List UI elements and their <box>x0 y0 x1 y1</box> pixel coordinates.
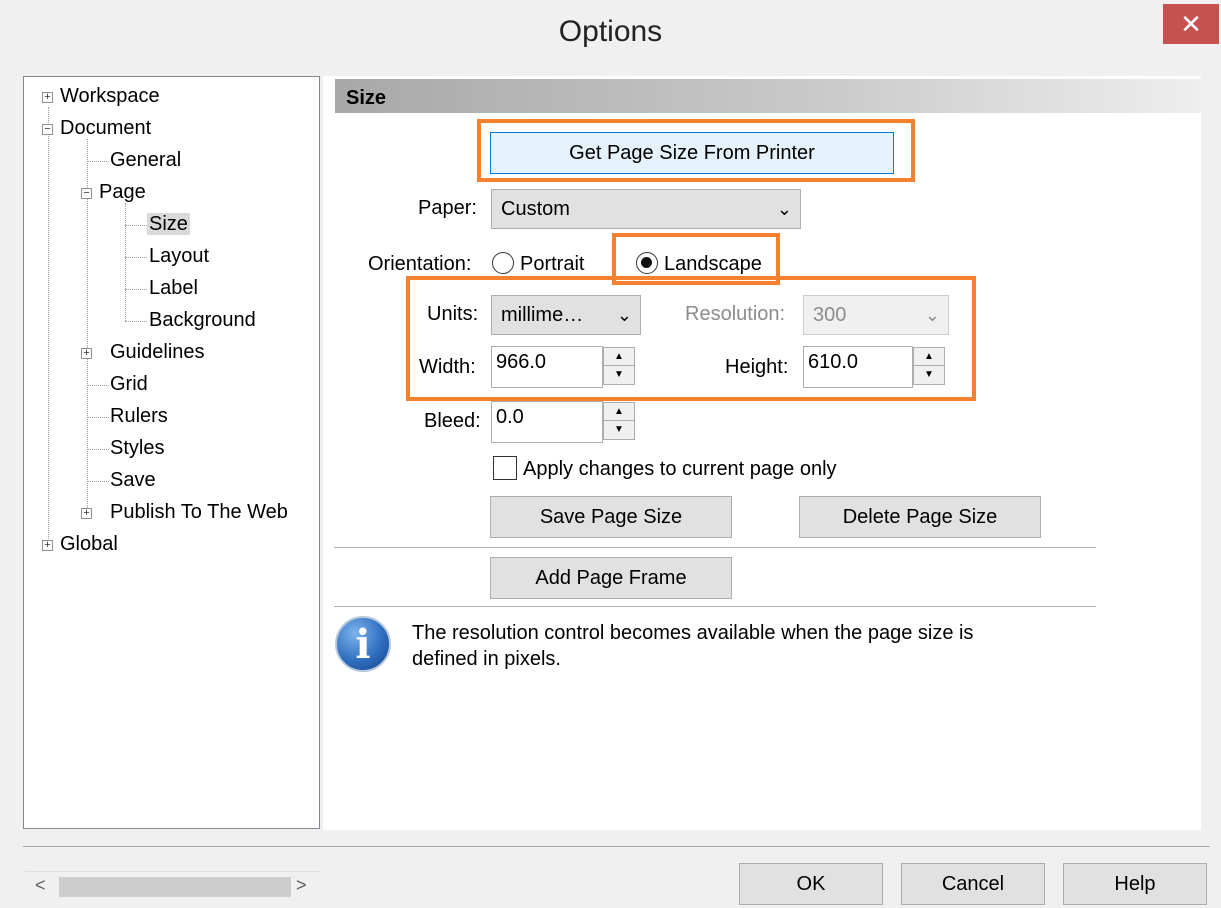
tree-item-label[interactable]: Label <box>149 277 198 300</box>
tree-item-label: Size <box>147 213 190 235</box>
spin-up-icon[interactable]: ▲ <box>914 348 944 366</box>
chevron-down-icon: ⌄ <box>924 305 940 325</box>
info-message: The resolution control becomes available… <box>412 620 973 672</box>
resolution-label: Resolution: <box>685 303 786 325</box>
tree-item-label: Global <box>60 533 118 555</box>
tree-item-size[interactable]: Size <box>147 213 190 236</box>
tree-item-label: Save <box>110 469 156 491</box>
spin-down-icon[interactable]: ▼ <box>604 366 634 384</box>
tree-connector <box>125 289 147 290</box>
bleed-label: Bleed: <box>424 410 481 432</box>
tree-item-label: Rulers <box>110 405 168 427</box>
apply-current-page-only-label[interactable]: Apply changes to current page only <box>523 458 837 481</box>
chevron-down-icon: ⌄ <box>616 305 632 325</box>
close-icon: ✕ <box>1180 9 1202 39</box>
tree-item-label-text: Label <box>149 277 198 299</box>
expand-icon[interactable]: + <box>42 540 53 551</box>
tree-item-label: General <box>110 149 182 171</box>
get-page-size-from-printer-button[interactable]: Get Page Size From Printer <box>490 132 894 174</box>
spin-down-icon[interactable]: ▼ <box>604 421 634 439</box>
height-spinner[interactable]: ▲ ▼ <box>913 347 945 385</box>
tree-connector <box>125 225 147 226</box>
divider <box>334 606 1096 607</box>
spin-up-icon[interactable]: ▲ <box>604 348 634 366</box>
landscape-label[interactable]: Landscape <box>664 253 762 276</box>
paper-label: Paper: <box>418 197 477 219</box>
tree-item-general[interactable]: General <box>110 149 181 172</box>
width-spinner[interactable]: ▲ ▼ <box>603 347 635 385</box>
save-page-size-button[interactable]: Save Page Size <box>490 496 732 538</box>
scroll-right-icon[interactable]: > <box>296 875 307 896</box>
units-value: millime… <box>501 304 584 326</box>
tree-connector <box>48 107 49 547</box>
cancel-button[interactable]: Cancel <box>901 863 1045 905</box>
tree-item-label: Background <box>149 309 256 331</box>
tree-item-grid[interactable]: Grid <box>110 373 148 396</box>
tree-item-background[interactable]: Background <box>149 309 256 332</box>
tree-item-label: Grid <box>110 373 148 395</box>
tree-horizontal-scrollbar[interactable]: < > <box>25 871 320 901</box>
collapse-icon[interactable]: − <box>42 124 53 135</box>
tree-item-label: Workspace <box>60 85 160 107</box>
paper-value: Custom <box>501 198 570 220</box>
add-page-frame-button[interactable]: Add Page Frame <box>490 557 732 599</box>
portrait-radio[interactable] <box>492 252 514 274</box>
tree-item-label: Page <box>99 181 146 203</box>
window-title: Options <box>558 15 663 48</box>
tree-item-label: Guidelines <box>110 341 205 363</box>
landscape-radio[interactable] <box>636 252 658 274</box>
options-tree[interactable]: + Workspace − Document General − Page Si… <box>23 76 320 901</box>
width-input[interactable]: 966.0 <box>491 346 603 388</box>
units-dropdown[interactable]: millime… ⌄ <box>491 295 641 335</box>
tree-item-save[interactable]: Save <box>110 469 156 492</box>
orientation-label: Orientation: <box>368 253 472 275</box>
tree-item-label: Layout <box>149 245 210 267</box>
tree-connector <box>87 449 109 450</box>
tree-connector <box>125 257 147 258</box>
tree-item-label: Styles <box>110 437 165 459</box>
scrollbar-thumb[interactable] <box>59 877 291 897</box>
portrait-label[interactable]: Portrait <box>520 253 584 276</box>
ok-button[interactable]: OK <box>739 863 883 905</box>
bleed-input[interactable]: 0.0 <box>491 401 603 443</box>
info-icon: i <box>335 616 391 672</box>
expand-icon[interactable]: + <box>81 348 92 359</box>
units-label: Units: <box>427 303 479 325</box>
tree-connector <box>87 161 109 162</box>
collapse-icon[interactable]: − <box>81 188 92 199</box>
section-header: Size <box>335 79 1201 113</box>
tree-connector <box>87 417 109 418</box>
delete-page-size-button[interactable]: Delete Page Size <box>799 496 1041 538</box>
height-label: Height: <box>725 356 789 378</box>
tree-item-rulers[interactable]: Rulers <box>110 405 168 428</box>
tree-item-layout[interactable]: Layout <box>149 245 209 268</box>
resolution-dropdown: 300 ⌄ <box>803 295 949 335</box>
spin-up-icon[interactable]: ▲ <box>604 403 634 421</box>
bleed-spinner[interactable]: ▲ ▼ <box>603 402 635 440</box>
tree-item-label: Publish To The Web <box>110 501 288 523</box>
width-label: Width: <box>419 356 476 378</box>
help-button[interactable]: Help <box>1063 863 1207 905</box>
chevron-down-icon: ⌄ <box>776 199 792 219</box>
height-input[interactable]: 610.0 <box>803 346 913 388</box>
tree-connector <box>87 481 109 482</box>
tree-connector <box>87 385 109 386</box>
footer-divider <box>23 846 1210 847</box>
apply-current-page-only-checkbox[interactable] <box>493 456 517 480</box>
tree-connector <box>125 321 147 322</box>
scroll-left-icon[interactable]: < <box>35 875 46 896</box>
expand-icon[interactable]: + <box>42 92 53 103</box>
info-message-line: defined in pixels. <box>412 648 561 670</box>
expand-icon[interactable]: + <box>81 508 92 519</box>
close-button[interactable]: ✕ <box>1163 4 1219 44</box>
divider <box>334 547 1096 548</box>
tree-item-label: Document <box>60 117 152 139</box>
info-message-line: The resolution control becomes available… <box>412 622 974 644</box>
paper-dropdown[interactable]: Custom ⌄ <box>491 189 801 229</box>
tree-connector <box>125 203 126 321</box>
resolution-value: 300 <box>813 304 847 326</box>
spin-down-icon[interactable]: ▼ <box>914 366 944 384</box>
tree-item-styles[interactable]: Styles <box>110 437 164 460</box>
